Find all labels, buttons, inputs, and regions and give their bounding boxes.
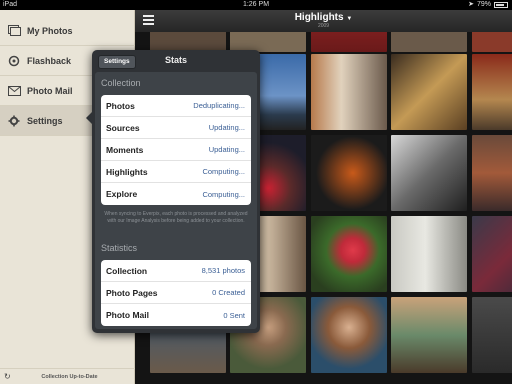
- photo-thumbnail[interactable]: [391, 32, 467, 52]
- statistics-heading: Statistics: [101, 243, 138, 253]
- popover-arrow: [86, 112, 92, 124]
- stat-value: Updating...: [208, 145, 245, 154]
- location-icon: ➤: [468, 1, 474, 8]
- stat-label: Explore: [106, 189, 138, 199]
- view-title-dropdown[interactable]: Highlights ▼: [135, 12, 512, 23]
- stat-label: Photos: [106, 100, 135, 111]
- sync-status-footer: ↻ Collection Up-to-Date: [0, 368, 135, 384]
- clock: 1:26 PM: [242, 1, 270, 8]
- view-subtitle: 2009: [317, 23, 330, 29]
- photo-thumbnail[interactable]: [472, 135, 512, 211]
- sidebar-item-label: My Photos: [27, 25, 73, 36]
- photos-icon: [7, 24, 21, 38]
- stat-label: Sources: [106, 122, 140, 133]
- stats-popover: Settings Stats Collection Photos Dedupli…: [86, 50, 260, 333]
- popover-title: Stats: [164, 55, 187, 65]
- photo-thumbnail[interactable]: [391, 135, 467, 211]
- stat-label: Highlights: [106, 166, 148, 177]
- stat-label: Collection: [106, 265, 148, 276]
- photo-thumbnail[interactable]: [150, 32, 226, 52]
- stat-value: Deduplicating...: [193, 101, 245, 110]
- stat-value: 0 Sent: [223, 310, 245, 320]
- photo-thumbnail[interactable]: [472, 54, 512, 130]
- photo-thumbnail[interactable]: [311, 216, 387, 292]
- stat-row-photo-pages: Photo Pages 0 Created: [101, 282, 251, 304]
- stat-row-photo-mail: Photo Mail 0 Sent: [101, 304, 251, 326]
- photo-thumbnail[interactable]: [311, 54, 387, 130]
- battery-icon: [494, 2, 508, 8]
- sync-note: When syncing to Everpix, each photo is p…: [104, 211, 248, 224]
- stat-value: Computing...: [202, 167, 245, 176]
- sidebar-item-label: Flashback: [27, 55, 72, 66]
- sidebar-item-my-photos[interactable]: My Photos: [0, 16, 135, 46]
- photo-thumbnail[interactable]: [230, 32, 306, 52]
- photo-thumbnail[interactable]: [472, 216, 512, 292]
- stat-row-collection: Collection 8,531 photos: [101, 260, 251, 282]
- sidebar-item-label: Photo Mail: [27, 85, 73, 96]
- sidebar-item-label: Settings: [27, 115, 63, 126]
- photo-thumbnail[interactable]: [311, 135, 387, 211]
- statistics-group: Collection 8,531 photos Photo Pages 0 Cr…: [101, 260, 251, 326]
- view-title: Highlights: [294, 12, 344, 23]
- stat-row-explore: Explore Computing...: [101, 183, 251, 205]
- stat-value: 8,531 photos: [201, 266, 245, 275]
- stat-label: Photo Pages: [106, 287, 158, 298]
- collection-group: Photos Deduplicating... Sources Updating…: [101, 95, 251, 205]
- status-bar: iPad 1:26 PM ➤ 79%: [0, 0, 512, 10]
- stat-label: Moments: [106, 144, 144, 155]
- photo-thumbnail[interactable]: [391, 216, 467, 292]
- refresh-icon[interactable]: ↻: [4, 372, 14, 381]
- flashback-icon: [7, 54, 21, 68]
- photo-thumbnail[interactable]: [391, 54, 467, 130]
- stat-row-photos: Photos Deduplicating...: [101, 95, 251, 117]
- photo-thumbnail[interactable]: [472, 297, 512, 373]
- stat-row-sources: Sources Updating...: [101, 117, 251, 139]
- chevron-down-icon: ▼: [346, 16, 353, 22]
- stat-row-highlights: Highlights Computing...: [101, 161, 251, 183]
- photo-thumbnail[interactable]: [311, 297, 387, 373]
- photo-thumbnail[interactable]: [472, 32, 512, 52]
- mail-icon: [7, 84, 21, 98]
- photo-thumbnail[interactable]: [311, 32, 387, 52]
- collection-heading: Collection: [101, 78, 141, 88]
- top-bar: Highlights ▼ 2009: [135, 10, 512, 32]
- gear-icon: [7, 114, 21, 128]
- sync-status-text: Collection Up-to-Date: [41, 373, 98, 380]
- stat-value: Computing...: [202, 189, 245, 199]
- stat-row-moments: Moments Updating...: [101, 139, 251, 161]
- popover-body: Collection Photos Deduplicating... Sourc…: [95, 72, 257, 329]
- battery-percent: 79%: [476, 1, 491, 8]
- stat-label: Photo Mail: [106, 310, 149, 320]
- stat-value: 0 Created: [212, 288, 245, 297]
- status-right: ➤ 79%: [468, 0, 508, 10]
- photo-thumbnail[interactable]: [391, 297, 467, 373]
- stat-value: Updating...: [208, 123, 245, 132]
